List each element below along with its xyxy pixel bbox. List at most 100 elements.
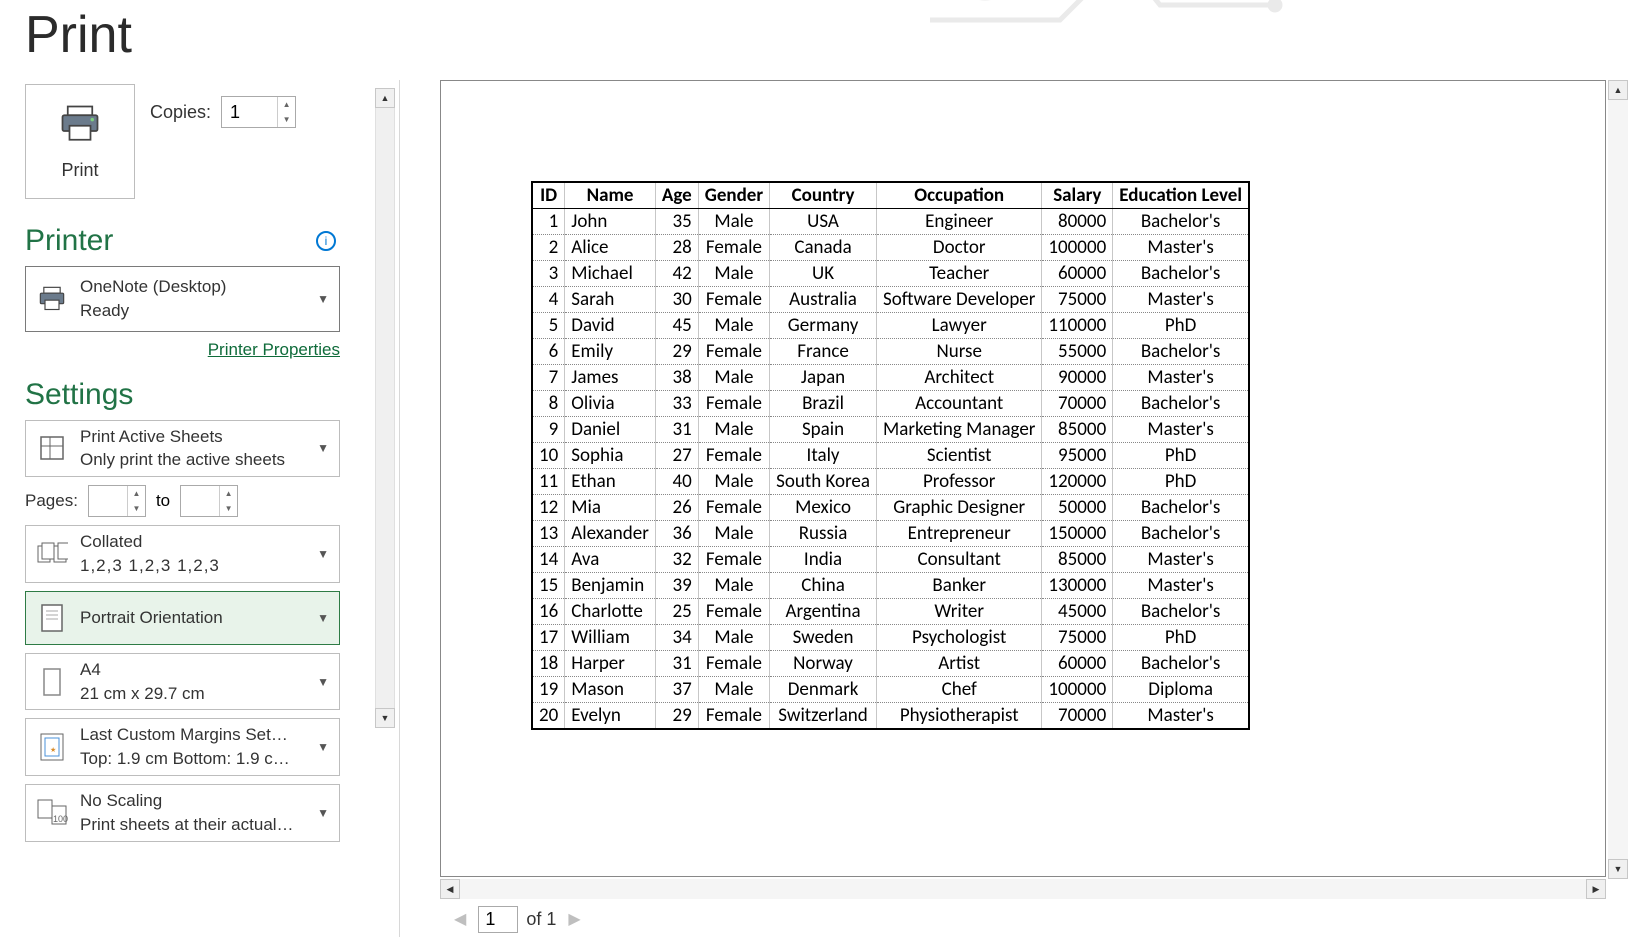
table-header: Salary bbox=[1042, 182, 1113, 209]
table-cell: Master's bbox=[1113, 235, 1249, 261]
print-what-sub: Only print the active sheets bbox=[80, 448, 303, 472]
table-cell: Master's bbox=[1113, 703, 1249, 730]
margins-dropdown[interactable]: ★ Last Custom Margins Set… Top: 1.9 cm B… bbox=[25, 718, 340, 776]
table-row: 3Michael42MaleUKTeacher60000Bachelor's bbox=[532, 261, 1249, 287]
spinner-down-icon[interactable]: ▼ bbox=[128, 501, 145, 516]
table-cell: Female bbox=[698, 703, 769, 730]
print-button-label: Print bbox=[61, 160, 98, 181]
scroll-up-icon[interactable]: ▲ bbox=[1608, 80, 1628, 100]
scroll-left-icon[interactable]: ◀ bbox=[440, 879, 460, 899]
table-cell: Accountant bbox=[876, 391, 1041, 417]
margins-sub: Top: 1.9 cm Bottom: 1.9 c… bbox=[80, 747, 303, 771]
paper-dropdown[interactable]: A4 21 cm x 29.7 cm ▼ bbox=[25, 653, 340, 711]
table-cell: 8 bbox=[532, 391, 565, 417]
table-cell: 4 bbox=[532, 287, 565, 313]
table-row: 20Evelyn29FemaleSwitzerlandPhysiotherapi… bbox=[532, 703, 1249, 730]
table-cell: Sweden bbox=[770, 625, 877, 651]
table-cell: 5 bbox=[532, 313, 565, 339]
printer-name: OneNote (Desktop) bbox=[80, 275, 303, 299]
printer-icon bbox=[59, 103, 101, 148]
table-cell: Bachelor's bbox=[1113, 521, 1249, 547]
table-row: 11Ethan40MaleSouth KoreaProfessor120000P… bbox=[532, 469, 1249, 495]
table-row: 7James38MaleJapanArchitect90000Master's bbox=[532, 365, 1249, 391]
spinner-up-icon[interactable]: ▲ bbox=[278, 97, 295, 112]
chevron-down-icon: ▼ bbox=[313, 675, 333, 689]
table-row: 17William34MaleSwedenPsychologist75000Ph… bbox=[532, 625, 1249, 651]
current-page-input[interactable] bbox=[478, 906, 518, 933]
scroll-track[interactable] bbox=[375, 108, 395, 708]
scroll-track[interactable] bbox=[460, 879, 1586, 899]
table-cell: Master's bbox=[1113, 573, 1249, 599]
next-page-button[interactable]: ▶ bbox=[564, 909, 584, 929]
spinner-down-icon[interactable]: ▼ bbox=[220, 501, 237, 516]
collate-dropdown[interactable]: Collated 1,2,3 1,2,3 1,2,3 ▼ bbox=[25, 525, 340, 583]
chevron-down-icon: ▼ bbox=[313, 441, 333, 455]
table-cell: Engineer bbox=[876, 209, 1041, 235]
printer-properties-link[interactable]: Printer Properties bbox=[208, 340, 340, 360]
table-cell: 37 bbox=[655, 677, 698, 703]
table-cell: Physiotherapist bbox=[876, 703, 1041, 730]
orientation-dropdown[interactable]: Portrait Orientation ▼ bbox=[25, 591, 340, 645]
table-cell: 29 bbox=[655, 339, 698, 365]
pages-to-spinner[interactable]: ▲▼ bbox=[180, 485, 238, 517]
table-cell: 31 bbox=[655, 417, 698, 443]
scroll-track[interactable] bbox=[1608, 100, 1628, 859]
info-icon[interactable]: i bbox=[316, 231, 336, 251]
table-row: 5David45MaleGermanyLawyer110000PhD bbox=[532, 313, 1249, 339]
pages-to-input[interactable] bbox=[181, 486, 219, 516]
table-cell: Nurse bbox=[876, 339, 1041, 365]
scaling-sub: Print sheets at their actual… bbox=[80, 813, 303, 837]
scroll-up-icon[interactable]: ▲ bbox=[375, 88, 395, 108]
table-cell: Male bbox=[698, 313, 769, 339]
table-cell: Male bbox=[698, 521, 769, 547]
pages-from-spinner[interactable]: ▲▼ bbox=[88, 485, 146, 517]
table-cell: Ava bbox=[565, 547, 656, 573]
pages-from-input[interactable] bbox=[89, 486, 127, 516]
scroll-down-icon[interactable]: ▼ bbox=[375, 708, 395, 728]
table-cell: China bbox=[770, 573, 877, 599]
table-cell: Female bbox=[698, 651, 769, 677]
spinner-down-icon[interactable]: ▼ bbox=[278, 112, 295, 127]
copies-input[interactable] bbox=[222, 97, 277, 127]
scroll-right-icon[interactable]: ▶ bbox=[1586, 879, 1606, 899]
table-cell: Bachelor's bbox=[1113, 339, 1249, 365]
scroll-down-icon[interactable]: ▼ bbox=[1608, 859, 1628, 879]
table-cell: 20 bbox=[532, 703, 565, 730]
table-cell: 150000 bbox=[1042, 521, 1113, 547]
spinner-up-icon[interactable]: ▲ bbox=[128, 486, 145, 501]
spinner-up-icon[interactable]: ▲ bbox=[220, 486, 237, 501]
printer-dropdown[interactable]: OneNote (Desktop) Ready ▼ bbox=[25, 266, 340, 332]
table-cell: Mia bbox=[565, 495, 656, 521]
table-cell: Male bbox=[698, 625, 769, 651]
table-cell: Sophia bbox=[565, 443, 656, 469]
table-cell: Canada bbox=[770, 235, 877, 261]
collate-main: Collated bbox=[80, 530, 303, 554]
table-row: 15Benjamin39MaleChinaBanker130000Master'… bbox=[532, 573, 1249, 599]
print-button[interactable]: Print bbox=[25, 84, 135, 199]
prev-page-button[interactable]: ◀ bbox=[450, 909, 470, 929]
table-cell: 75000 bbox=[1042, 625, 1113, 651]
settings-scrollbar[interactable]: ▲ ▼ bbox=[375, 88, 395, 728]
table-cell: Male bbox=[698, 417, 769, 443]
collate-icon bbox=[34, 536, 70, 572]
table-cell: Harper bbox=[565, 651, 656, 677]
preview-horizontal-scrollbar[interactable]: ◀ ▶ bbox=[440, 879, 1606, 899]
preview-vertical-scrollbar[interactable]: ▲ ▼ bbox=[1608, 80, 1628, 879]
table-cell: 32 bbox=[655, 547, 698, 573]
scaling-dropdown[interactable]: 100 No Scaling Print sheets at their act… bbox=[25, 784, 340, 842]
table-cell: Marketing Manager bbox=[876, 417, 1041, 443]
table-cell: 34 bbox=[655, 625, 698, 651]
table-row: 6Emily29FemaleFranceNurse55000Bachelor's bbox=[532, 339, 1249, 365]
table-cell: Banker bbox=[876, 573, 1041, 599]
table-cell: 19 bbox=[532, 677, 565, 703]
table-cell: Software Developer bbox=[876, 287, 1041, 313]
table-cell: Entrepreneur bbox=[876, 521, 1041, 547]
table-cell: 3 bbox=[532, 261, 565, 287]
pages-to-label: to bbox=[156, 491, 170, 511]
table-cell: Bachelor's bbox=[1113, 495, 1249, 521]
margins-main: Last Custom Margins Set… bbox=[80, 723, 303, 747]
table-cell: Male bbox=[698, 365, 769, 391]
copies-spinner[interactable]: ▲▼ bbox=[221, 96, 296, 128]
table-row: 1John35MaleUSAEngineer80000Bachelor's bbox=[532, 209, 1249, 235]
print-what-dropdown[interactable]: Print Active Sheets Only print the activ… bbox=[25, 420, 340, 478]
